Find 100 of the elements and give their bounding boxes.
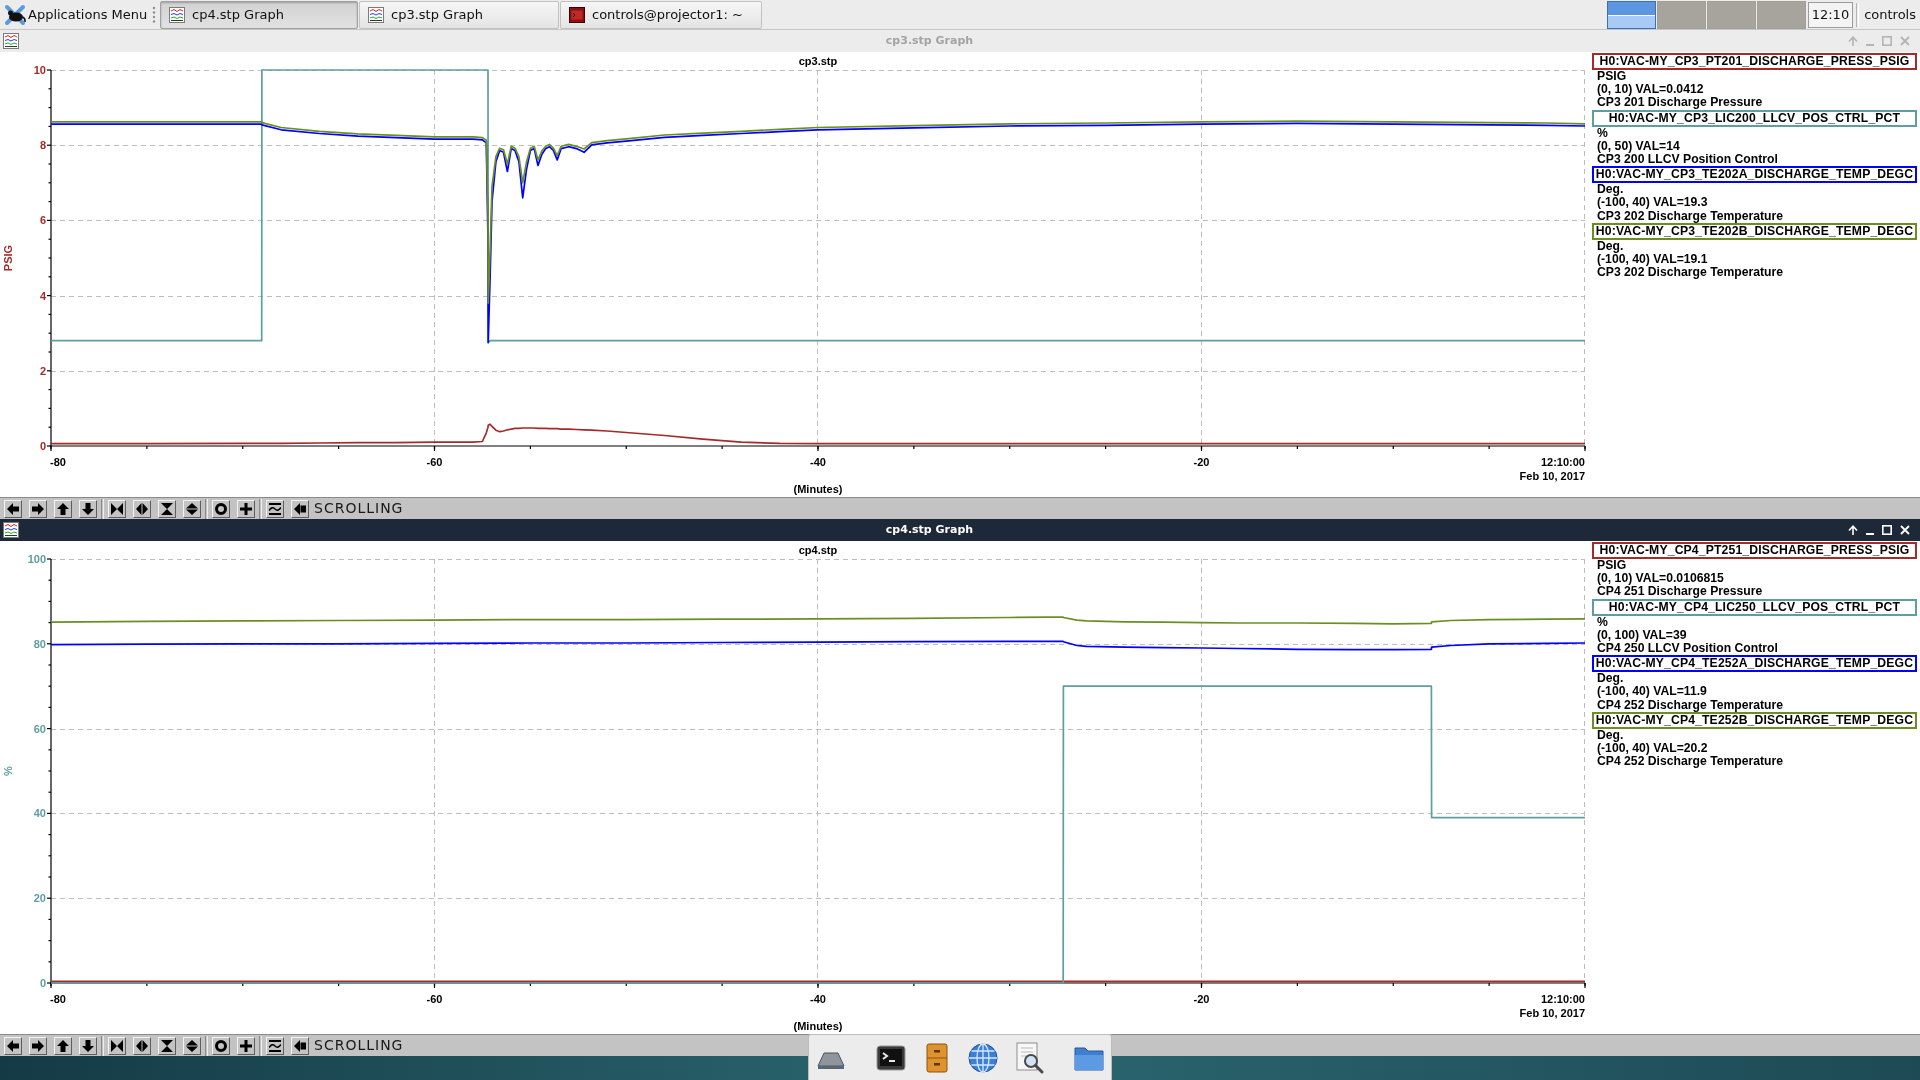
legend-reading: (0, 100) VAL=39	[1596, 628, 1688, 642]
toolbar-button[interactable]	[158, 1036, 176, 1055]
wave-icon	[269, 502, 281, 515]
toolbar-button[interactable]	[79, 1036, 97, 1055]
legend-trace-name: H0:VAC-MY_CP4_LIC250_LLCV_POS_CTRL_PCT	[1592, 598, 1917, 616]
legend-description: CP4 251 Discharge Pressure	[1596, 585, 1764, 599]
toolbar-button[interactable]	[237, 1036, 255, 1055]
legend-reading: (-100, 40) VAL=11.9	[1596, 685, 1708, 699]
toolbar-button[interactable]	[291, 499, 309, 518]
mode-label: SCROLLING	[314, 1036, 404, 1055]
legend-trace-name: H0:VAC-MY_CP3_PT201_DISCHARGE_PRESS_PSIG	[1592, 53, 1917, 70]
date-label: Feb 10, 2017	[1519, 1007, 1585, 1019]
toolbar-button[interactable]	[291, 1036, 309, 1055]
legend-unit: PSIG	[1596, 559, 1628, 573]
legend-unit: Deg.	[1596, 183, 1625, 197]
y-tick-label: 2	[39, 364, 46, 377]
taskbar-button[interactable]: cp3.stp Graph	[359, 0, 559, 29]
legend-unit: PSIG	[1596, 70, 1628, 84]
arrow-left-icon	[7, 1039, 19, 1052]
y-tick-label: 20	[33, 892, 46, 905]
toolbar-button[interactable]	[212, 1036, 230, 1055]
applications-menu-button[interactable]: Applications Menu	[0, 0, 150, 29]
toolbar-button[interactable]	[4, 1036, 22, 1055]
legend-trace-name: H0:VAC-MY_CP3_TE202B_DISCHARGE_TEMP_DEGC	[1592, 222, 1917, 240]
globe-icon[interactable]	[967, 1041, 999, 1074]
graph-icon[interactable]	[3, 522, 19, 538]
toolbar-button[interactable]	[4, 499, 22, 518]
legend-description: CP3 202 Discharge Temperature	[1596, 266, 1785, 280]
y-tick-label: 100	[27, 553, 46, 565]
legend-description: CP3 202 Discharge Temperature	[1596, 209, 1785, 223]
arrow-left-icon	[7, 502, 19, 515]
toolbar-button[interactable]	[108, 1036, 126, 1055]
plus-icon	[240, 1039, 252, 1052]
arrow-right-icon	[32, 502, 44, 515]
x-axis-label: (Minutes)	[793, 483, 843, 495]
legend-unit: %	[1596, 615, 1609, 629]
y-tick-label: 40	[33, 807, 46, 820]
toolbar-button[interactable]	[212, 499, 230, 518]
grip-icon[interactable]	[152, 5, 156, 24]
window-title: cp4.stp Graph	[884, 521, 975, 538]
x-tick-label: -40	[810, 456, 826, 468]
legend-description: CP4 252 Discharge Temperature	[1596, 755, 1785, 769]
y-axis-label: %	[2, 766, 14, 776]
arrow-down-icon	[82, 502, 94, 515]
taskbar-button[interactable]: controls@projector1: ~	[560, 0, 762, 29]
arrow-up-icon	[57, 1039, 69, 1052]
magnifier-document-icon[interactable]	[1013, 1041, 1045, 1074]
legend-unit: Deg.	[1596, 672, 1625, 686]
toolbar-button[interactable]	[237, 499, 255, 518]
legend-description: CP3 201 Discharge Pressure	[1596, 96, 1764, 110]
time-label: 12:10:00	[1540, 456, 1585, 468]
minimize-icon[interactable]	[1866, 532, 1874, 535]
y-tick-label: 4	[39, 289, 46, 302]
legend-reading: (-100, 40) VAL=20.2	[1596, 741, 1709, 756]
y-tick-label: 80	[33, 637, 46, 650]
toolbar-button[interactable]	[266, 499, 284, 518]
toolbar-button[interactable]	[108, 499, 126, 518]
legend-trace-name: H0:VAC-MY_CP4_PT251_DISCHARGE_PRESS_PSIG	[1592, 542, 1917, 559]
graph-icon	[169, 6, 185, 23]
up-down-triangles-icon	[186, 502, 198, 515]
legend-unit: Deg.	[1596, 239, 1625, 253]
toolbar-button[interactable]	[29, 499, 47, 518]
arrow-to-bar-icon	[294, 1039, 306, 1052]
legend-reading: (-100, 40) VAL=19.1	[1596, 252, 1709, 267]
legend-trace-name: H0:VAC-MY_CP3_LIC200_LLCV_POS_CTRL_PCT	[1592, 109, 1917, 127]
triangles-inward-icon	[111, 1039, 123, 1052]
legend-description: CP4 250 LLCV Position Control	[1596, 641, 1779, 656]
toolbar-button[interactable]	[133, 1036, 151, 1055]
toolbar-button[interactable]	[158, 499, 176, 518]
legend-description: CP4 252 Discharge Temperature	[1596, 698, 1785, 712]
mouse-icon	[4, 3, 26, 26]
legend-unit: %	[1596, 126, 1609, 140]
y-tick-label: 8	[39, 139, 46, 152]
arrow-right-icon	[32, 1039, 44, 1052]
x-tick-label: -80	[50, 456, 66, 468]
user-label: controls	[1864, 5, 1916, 24]
chart-title: cp4.stp	[798, 544, 838, 556]
graph-icon	[368, 6, 384, 23]
toolbar-button[interactable]	[29, 1036, 47, 1055]
x-tick-label: -20	[1193, 993, 1210, 1005]
x-axis-label: (Minutes)	[793, 1020, 843, 1032]
triangles-outward-icon	[136, 502, 148, 515]
graph-icon[interactable]	[3, 33, 19, 49]
legend-reading: (0, 10) VAL=0.0106815	[1596, 572, 1725, 586]
toolbar-button[interactable]	[133, 499, 151, 518]
toolbar-button[interactable]	[54, 1036, 72, 1055]
arrow-up-icon	[57, 502, 69, 515]
triangles-outward-icon	[136, 1039, 148, 1052]
taskbar-button[interactable]: cp4.stp Graph	[160, 0, 358, 29]
toolbar-button[interactable]	[183, 499, 201, 518]
x-tick-label: -20	[1193, 456, 1210, 468]
triangles-inward-icon	[111, 502, 123, 515]
workspace-button[interactable]	[1606, 0, 1656, 29]
toolbar-button[interactable]	[79, 499, 97, 518]
toolbar-button[interactable]	[266, 1036, 284, 1055]
toolbar-button[interactable]	[183, 1036, 201, 1055]
toolbar-button[interactable]	[54, 499, 72, 518]
y-tick-label: 0	[39, 977, 46, 989]
x-tick-label: -80	[50, 993, 66, 1005]
ring-icon	[215, 502, 227, 515]
